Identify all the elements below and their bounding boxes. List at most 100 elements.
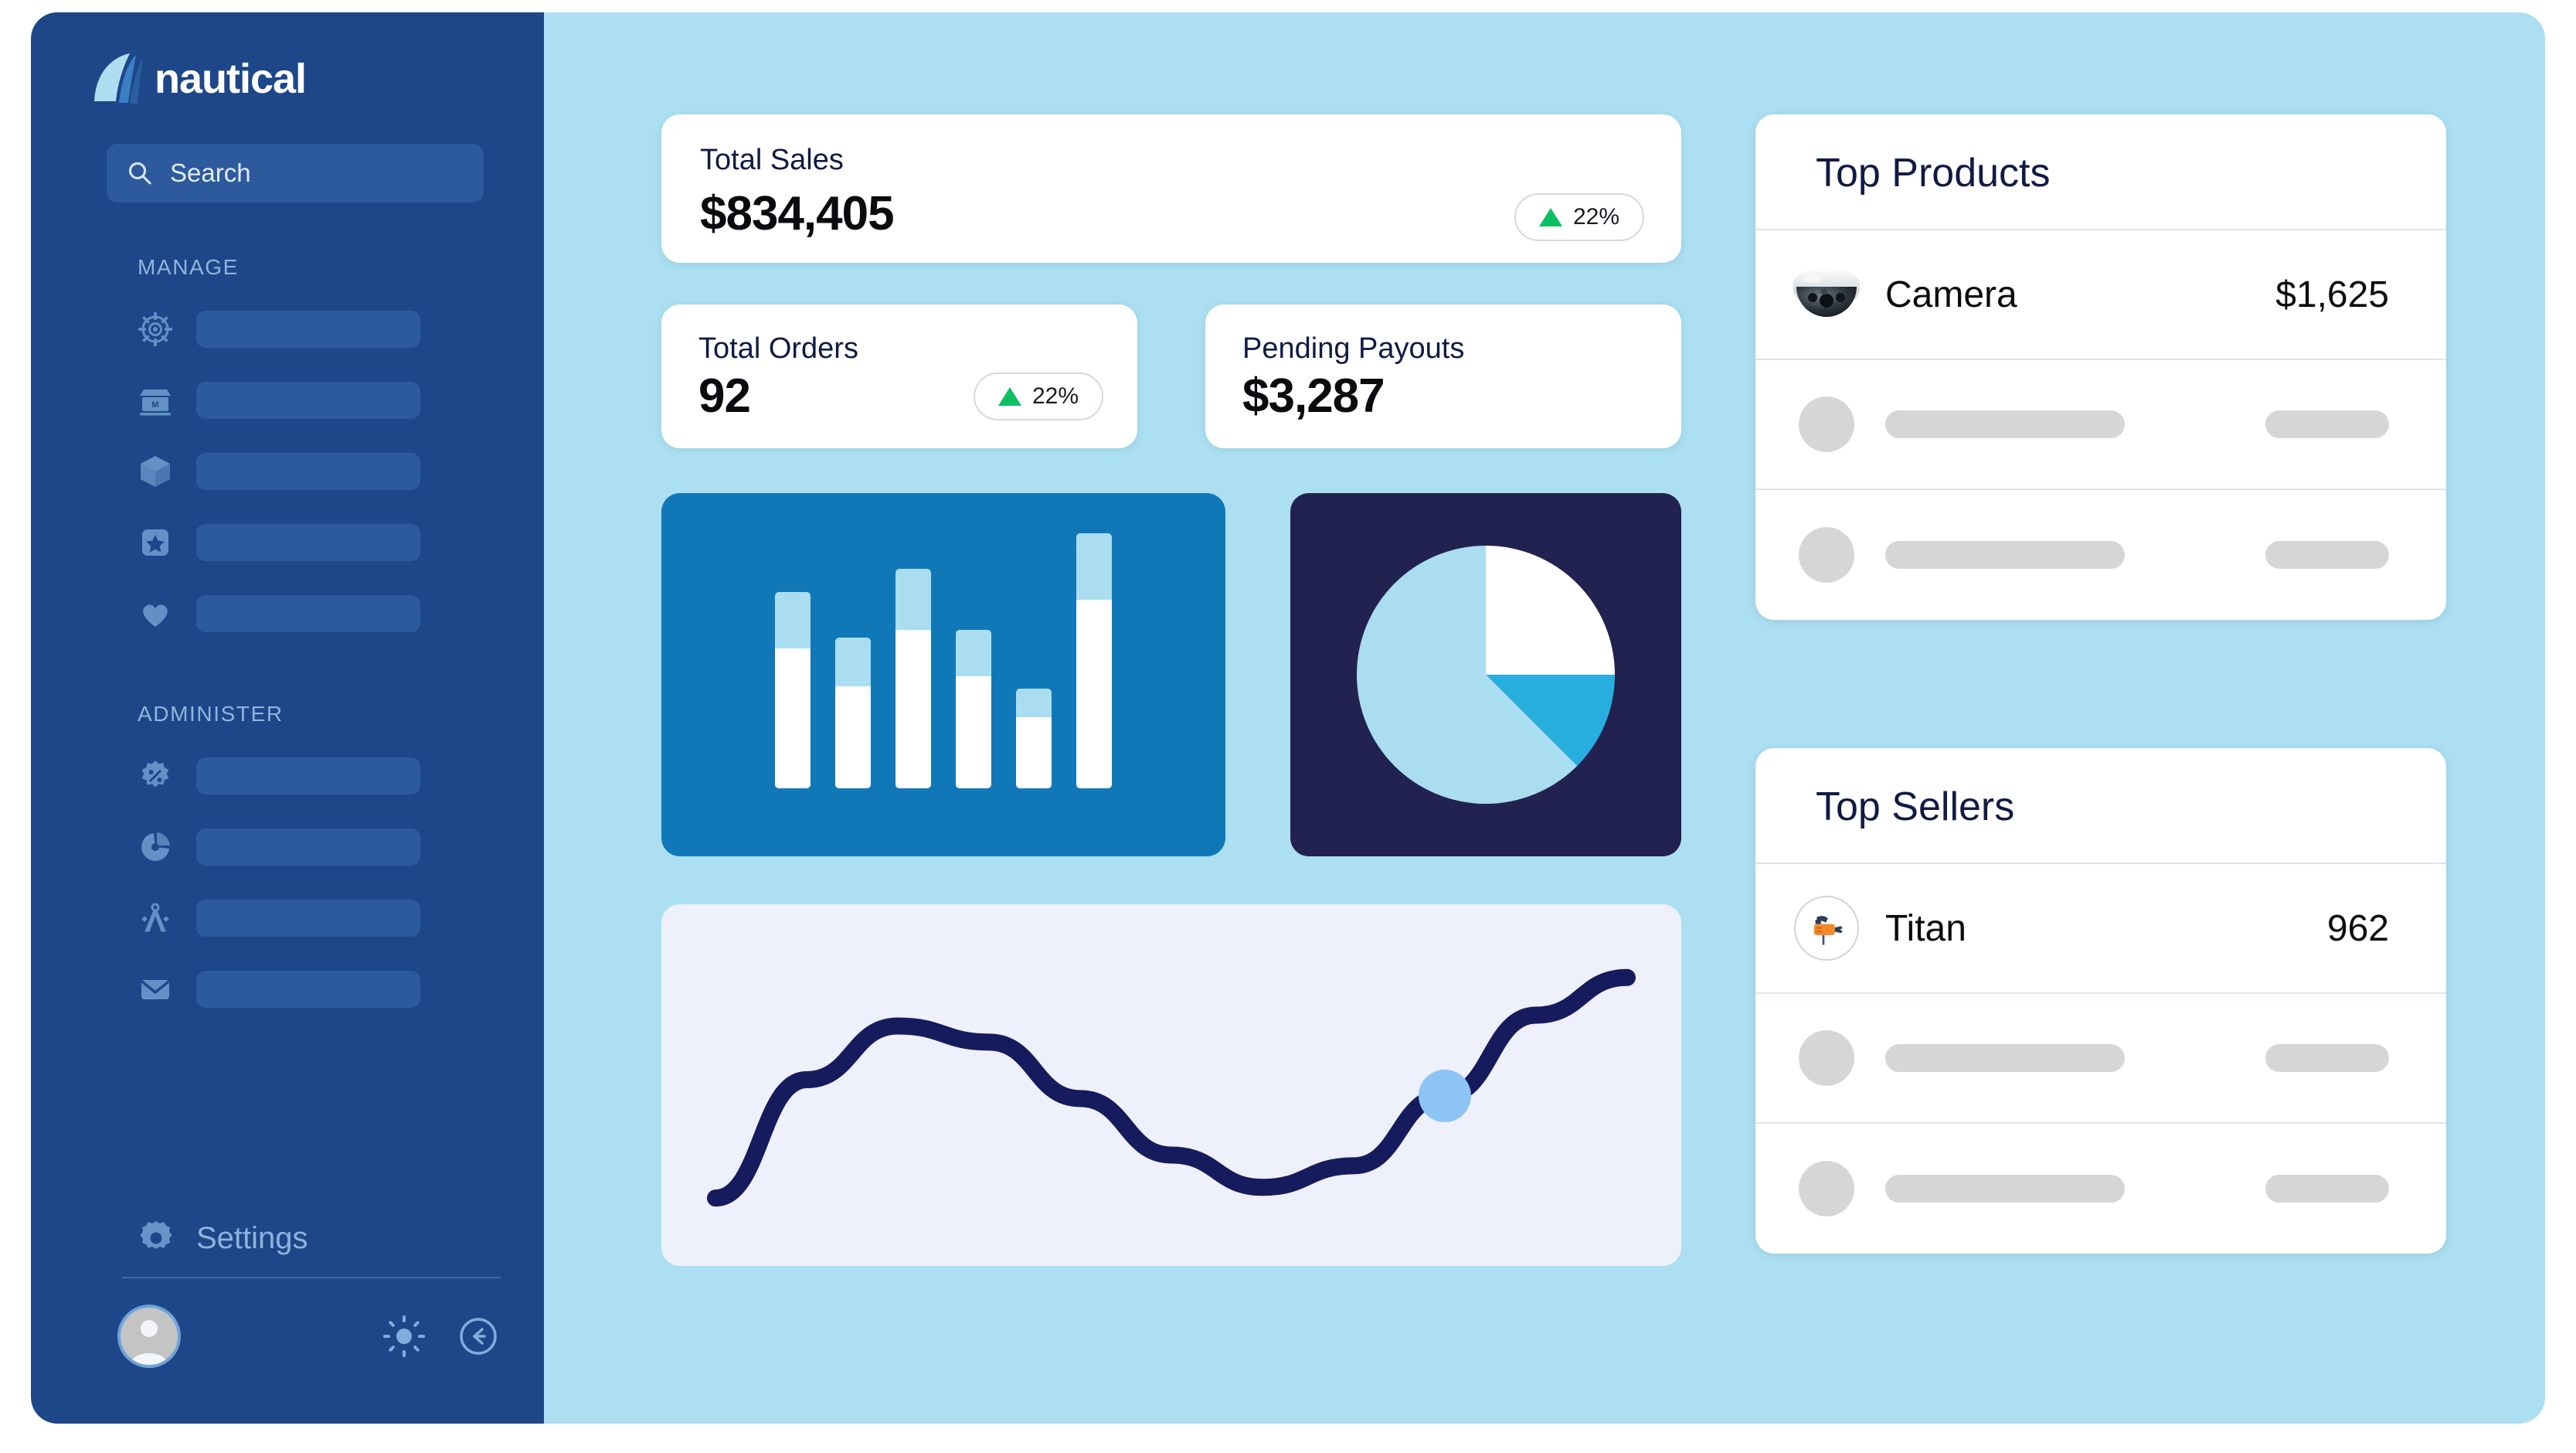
- total-sales-value: $834,405: [700, 187, 895, 240]
- bar-segment-base: [775, 648, 811, 788]
- top-sellers-row[interactable]: Titan 962: [1755, 864, 2446, 994]
- skeleton-avatar: [1799, 1030, 1854, 1086]
- search-input[interactable]: [153, 158, 498, 188]
- top-products-header: Top Products: [1755, 114, 2446, 230]
- avatar[interactable]: [117, 1305, 181, 1368]
- top-products-title: Top Products: [1816, 151, 2051, 196]
- nav-section-label-administer: ADMINISTER: [138, 702, 284, 726]
- sidebar-item-administer-1[interactable]: [31, 812, 544, 883]
- bar-segment-growth: [775, 591, 811, 648]
- dashboard-left-column: Total Sales $834,405 22% Total Orders 92…: [661, 114, 1681, 1266]
- bar-5: [1016, 689, 1052, 788]
- line-chart-graphic: [707, 968, 1636, 1207]
- settings-label: Settings: [196, 1220, 308, 1255]
- trend-up-icon: [1538, 208, 1562, 226]
- bar-chart: [661, 493, 1225, 856]
- top-products-panel: Top Products Camera $1,625: [1755, 114, 2446, 620]
- sidebar-item-settings[interactable]: Settings: [138, 1220, 308, 1257]
- pending-payouts-title: Pending Payouts: [1242, 332, 1465, 365]
- main-content: Total Sales $834,405 22% Total Orders 92…: [544, 12, 2545, 1424]
- trend-up-icon: [997, 386, 1021, 406]
- skeleton-value: [2265, 1044, 2389, 1072]
- sidebar-item-manage-3[interactable]: [31, 507, 544, 578]
- search-icon: [127, 160, 153, 186]
- pending-payouts-value: $3,287: [1242, 369, 1385, 423]
- total-orders-value: 92: [698, 369, 751, 423]
- search-box[interactable]: [107, 144, 498, 202]
- gear-icon: [138, 1220, 175, 1257]
- sidebar-item-label-placeholder: [196, 382, 420, 419]
- sidebar-item-manage-0[interactable]: [31, 294, 544, 365]
- power-tool-jigsaw-icon: [1794, 896, 1859, 961]
- sidebar-item-label-placeholder: [196, 524, 420, 561]
- brand-name: nautical: [155, 56, 307, 102]
- arrow-left-circle-icon[interactable]: [457, 1315, 499, 1357]
- sidebar-item-manage-1[interactable]: M: [31, 365, 544, 436]
- brand-logo[interactable]: nautical: [31, 12, 544, 104]
- discount-badge-icon: [138, 758, 173, 794]
- bar-segment-growth: [1016, 689, 1052, 717]
- total-orders-card: Total Orders 92 22%: [661, 305, 1137, 448]
- sidebar: nautical MANAGE: [31, 12, 544, 1424]
- top-products-row-skeleton: [1755, 360, 2446, 490]
- sidebar-item-manage-4[interactable]: [31, 578, 544, 649]
- bar-segment-base: [1076, 599, 1112, 788]
- sidebar-item-manage-2[interactable]: [31, 436, 544, 507]
- package-box-icon: [138, 454, 173, 489]
- nav-section-label-manage: MANAGE: [138, 255, 239, 279]
- compass-divider-icon: [138, 900, 173, 936]
- sidebar-item-label-placeholder: [196, 595, 420, 632]
- sidebar-item-label-placeholder: [196, 829, 420, 866]
- pie-chart-graphic: [1357, 546, 1615, 804]
- bar-segment-growth: [1076, 533, 1112, 600]
- svg-text:M: M: [151, 400, 158, 410]
- envelope-icon: [138, 972, 173, 1007]
- skeleton-label: [1885, 1044, 2125, 1072]
- sidebar-item-label-placeholder: [196, 311, 420, 348]
- sidebar-item-administer-3[interactable]: [31, 954, 544, 1025]
- top-sellers-header: Top Sellers: [1755, 748, 2446, 864]
- skeleton-label: [1885, 1175, 2125, 1203]
- total-orders-title: Total Orders: [698, 332, 858, 365]
- seller-avatar-wrapper: [1789, 891, 1864, 965]
- bar-2: [835, 638, 871, 788]
- top-products-row-skeleton: [1755, 490, 2446, 620]
- pending-payouts-card: Pending Payouts $3,287: [1205, 305, 1681, 448]
- total-orders-change-badge: 22%: [973, 372, 1103, 420]
- top-products-row[interactable]: Camera $1,625: [1755, 230, 2446, 360]
- top-sellers-row-skeleton: [1755, 1124, 2446, 1254]
- skeleton-avatar: [1799, 1161, 1854, 1217]
- bar-segment-growth: [835, 638, 871, 686]
- bar-3: [895, 569, 931, 788]
- ship-wheel-icon: [138, 311, 173, 347]
- bar-segment-base: [895, 630, 931, 788]
- skeleton-value: [2265, 541, 2389, 569]
- skeleton-avatar: [1799, 396, 1854, 452]
- top-products-row-name: Camera: [1885, 274, 2017, 315]
- bar-segment-base: [835, 686, 871, 788]
- sidebar-divider: [122, 1277, 501, 1278]
- top-sellers-title: Top Sellers: [1816, 784, 2015, 829]
- sidebar-footer: [117, 1305, 504, 1368]
- skeleton-label: [1885, 541, 2125, 569]
- bar-segment-growth: [895, 569, 931, 631]
- sidebar-item-administer-2[interactable]: [31, 883, 544, 954]
- sun-icon[interactable]: [383, 1315, 425, 1357]
- sidebar-item-label-placeholder: [196, 757, 420, 795]
- line-chart-marker: [1419, 1069, 1471, 1122]
- total-sales-change-badge: 22%: [1514, 193, 1644, 241]
- top-sellers-row-name: Titan: [1885, 907, 1966, 949]
- total-orders-change: 22%: [1031, 383, 1079, 409]
- total-sales-card: Total Sales $834,405 22%: [661, 114, 1681, 263]
- pie-chart-icon: [138, 829, 173, 865]
- line-chart: [661, 904, 1681, 1266]
- dashboard-right-column: Top Products Camera $1,625 Top Sellers T…: [1755, 114, 2446, 1266]
- bar-6: [1076, 533, 1112, 788]
- sidebar-item-administer-0[interactable]: [31, 740, 544, 812]
- app-window: nautical MANAGE: [31, 12, 2545, 1424]
- bar-segment-base: [956, 675, 991, 788]
- bar-segment-base: [1016, 716, 1052, 788]
- bar-segment-growth: [956, 630, 991, 676]
- sail-logo-icon: [91, 52, 147, 106]
- top-sellers-panel: Top Sellers Titan 962: [1755, 748, 2446, 1254]
